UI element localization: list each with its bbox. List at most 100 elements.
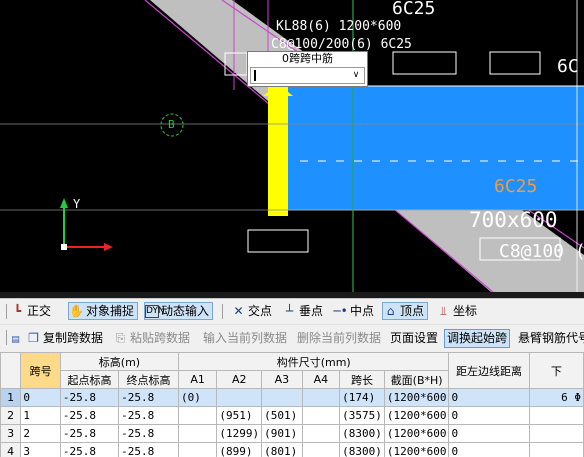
section-cell[interactable]: (1200*600 bbox=[383, 442, 450, 457]
end-elevation-cell[interactable]: -25.8 bbox=[118, 424, 179, 443]
a3-cell[interactable]: (801) bbox=[261, 442, 303, 457]
span-length-cell[interactable]: (8300) bbox=[339, 442, 385, 457]
end-elevation-cell[interactable]: -25.8 bbox=[118, 388, 179, 407]
popup-label: 0跨跨中筋 bbox=[282, 52, 333, 65]
table-row[interactable]: 2 1 -25.8 -25.8 (951) (501) (3575) (1200… bbox=[0, 406, 584, 425]
span-no-cell[interactable]: 2 bbox=[20, 424, 61, 443]
extra-cell[interactable]: 6 Φ bbox=[528, 388, 584, 407]
span-data-grid[interactable]: 跨号 标高(m) 构件尺寸(mm) 距左边线距离 下 起点标高 终点标高 A1 … bbox=[0, 352, 584, 457]
a1-header[interactable]: A1 bbox=[177, 370, 218, 389]
section-cell[interactable]: (1200*600 bbox=[383, 406, 450, 425]
table-row[interactable]: 1 0 -25.8 -25.8 (0) (174) (1200*600 0 6 … bbox=[0, 388, 584, 407]
a2-cell[interactable]: (1299) bbox=[216, 424, 263, 443]
row-number[interactable]: 1 bbox=[0, 388, 22, 407]
intersection-button[interactable]: ✕ 交点 bbox=[231, 302, 272, 320]
a3-header[interactable]: A3 bbox=[261, 370, 303, 389]
extra-column-header[interactable]: 下 bbox=[528, 352, 584, 389]
start-elevation-cell[interactable]: -25.8 bbox=[59, 406, 120, 425]
table-row[interactable]: 4 3 -25.8 -25.8 (899) (801) (8300) (1200… bbox=[0, 442, 584, 457]
span-no-cell[interactable]: 3 bbox=[20, 442, 61, 457]
a4-cell[interactable] bbox=[301, 388, 341, 407]
edge-distance-cell[interactable]: 0 bbox=[448, 406, 530, 425]
a3-cell[interactable] bbox=[261, 388, 303, 407]
bottom-rebar-text: 6C25 bbox=[494, 176, 538, 197]
midpoint-button[interactable]: ─• 中点 bbox=[333, 302, 374, 320]
perpendicular-icon: ┴ bbox=[285, 303, 294, 318]
intersection-icon: ✕ bbox=[233, 303, 244, 318]
row-number[interactable]: 4 bbox=[0, 442, 22, 457]
cantilever-rebar-code-button[interactable]: 悬臂钢筋代号 bbox=[518, 329, 584, 348]
section-cell[interactable]: (1200*600 bbox=[383, 388, 450, 407]
start-elevation-cell[interactable]: -25.8 bbox=[59, 442, 120, 457]
ortho-icon: ┗ bbox=[13, 303, 22, 318]
a2-cell[interactable]: (951) bbox=[216, 406, 263, 425]
extra-cell[interactable] bbox=[528, 442, 584, 457]
a4-cell[interactable] bbox=[301, 406, 341, 425]
dynamic-input-label: 动态输入 bbox=[161, 304, 210, 318]
section-header[interactable]: 截面(B*H) bbox=[383, 370, 450, 389]
a1-cell[interactable] bbox=[177, 406, 218, 425]
copy-span-label: 复制跨数据 bbox=[43, 331, 104, 345]
copy-span-button[interactable]: ❐ 复制跨数据 bbox=[26, 329, 103, 348]
section-size-text: 700x600 bbox=[469, 208, 558, 232]
a2-cell[interactable]: (899) bbox=[216, 442, 263, 457]
a1-cell[interactable] bbox=[177, 442, 218, 457]
span-length-cell[interactable]: (3575) bbox=[339, 406, 385, 425]
edge-distance-cell[interactable]: 0 bbox=[448, 388, 530, 407]
a3-cell[interactable]: (501) bbox=[261, 406, 303, 425]
cad-drawing-canvas[interactable]: KL88(6) 1200*600 C8@100/200(6) 6C25 6C25… bbox=[0, 0, 584, 298]
span-length-cell[interactable]: (8300) bbox=[339, 424, 385, 443]
a4-cell[interactable] bbox=[301, 424, 341, 443]
a3-cell[interactable]: (901) bbox=[261, 424, 303, 443]
vertex-button[interactable]: ⌂ 顶点 bbox=[382, 302, 429, 320]
span-toolbar: ❐ 复制跨数据 ⎘ 粘贴跨数据 输入当前列数据 删除当前列数据 页面设置 调换起… bbox=[0, 324, 584, 352]
extra-cell[interactable] bbox=[528, 406, 584, 425]
span-no-cell[interactable]: 1 bbox=[20, 406, 61, 425]
size-group-header: 构件尺寸(mm) bbox=[177, 352, 450, 371]
span-no-cell[interactable]: 0 bbox=[20, 388, 61, 407]
page-setup-button[interactable]: 页面设置 bbox=[390, 329, 438, 348]
edge-distance-cell[interactable]: 0 bbox=[448, 442, 530, 457]
snap-button[interactable]: ✋ 对象捕捉 bbox=[68, 302, 139, 320]
span-length-cell[interactable]: (174) bbox=[339, 388, 385, 407]
vertex-icon: ⌂ bbox=[386, 303, 395, 318]
input-current-column-button[interactable]: 输入当前列数据 bbox=[203, 329, 287, 348]
row-number[interactable]: 2 bbox=[0, 406, 22, 425]
section-cell[interactable]: (1200*600 bbox=[383, 424, 450, 443]
dynamic-input-button[interactable]: DYN 动态输入 bbox=[144, 302, 214, 320]
rebar-input-popup[interactable]: 0跨跨中筋 ∨ bbox=[247, 51, 368, 87]
extra-cell[interactable] bbox=[528, 424, 584, 443]
end-elevation-header[interactable]: 终点标高 bbox=[118, 370, 179, 389]
page-setup-label: 页面设置 bbox=[390, 331, 439, 345]
span-length-header[interactable]: 跨长 bbox=[339, 370, 385, 389]
a2-header[interactable]: A2 bbox=[216, 370, 263, 389]
paste-span-button[interactable]: ⎘ 粘贴跨数据 bbox=[113, 329, 190, 348]
popup-input-field[interactable]: ∨ bbox=[250, 67, 365, 84]
start-elevation-cell[interactable]: -25.8 bbox=[59, 388, 120, 407]
a1-cell[interactable] bbox=[177, 424, 218, 443]
start-elevation-cell[interactable]: -25.8 bbox=[59, 424, 120, 443]
beam-highlight bbox=[268, 86, 288, 216]
end-elevation-cell[interactable]: -25.8 bbox=[118, 406, 179, 425]
span-no-header[interactable]: 跨号 bbox=[20, 352, 61, 389]
edge-distance-header[interactable]: 距左边线距离 bbox=[448, 352, 530, 389]
edge-distance-cell[interactable]: 0 bbox=[448, 424, 530, 443]
a1-cell[interactable]: (0) bbox=[177, 388, 218, 407]
coordinate-button[interactable]: ⫫ 坐标 bbox=[436, 302, 477, 320]
ortho-button[interactable]: ┗ 正交 bbox=[10, 302, 51, 320]
table-row[interactable]: 3 2 -25.8 -25.8 (1299) (901) (8300) (120… bbox=[0, 424, 584, 443]
start-elevation-header[interactable]: 起点标高 bbox=[59, 370, 120, 389]
a2-cell[interactable] bbox=[216, 388, 263, 407]
delete-current-column-button[interactable]: 删除当前列数据 bbox=[297, 329, 381, 348]
row-number[interactable]: 3 bbox=[0, 424, 22, 443]
input-current-column-label: 输入当前列数据 bbox=[203, 331, 288, 345]
swap-start-span-button[interactable]: 调换起始跨 bbox=[444, 329, 511, 348]
perpendicular-button[interactable]: ┴ 垂点 bbox=[282, 302, 323, 320]
end-elevation-cell[interactable]: -25.8 bbox=[118, 442, 179, 457]
chevron-down-icon[interactable]: ∨ bbox=[349, 69, 363, 82]
midpoint-icon: ─• bbox=[333, 303, 348, 318]
a4-cell[interactable] bbox=[301, 442, 341, 457]
a4-header[interactable]: A4 bbox=[301, 370, 341, 389]
intersection-label: 交点 bbox=[248, 304, 273, 318]
perpendicular-label: 垂点 bbox=[299, 304, 324, 318]
